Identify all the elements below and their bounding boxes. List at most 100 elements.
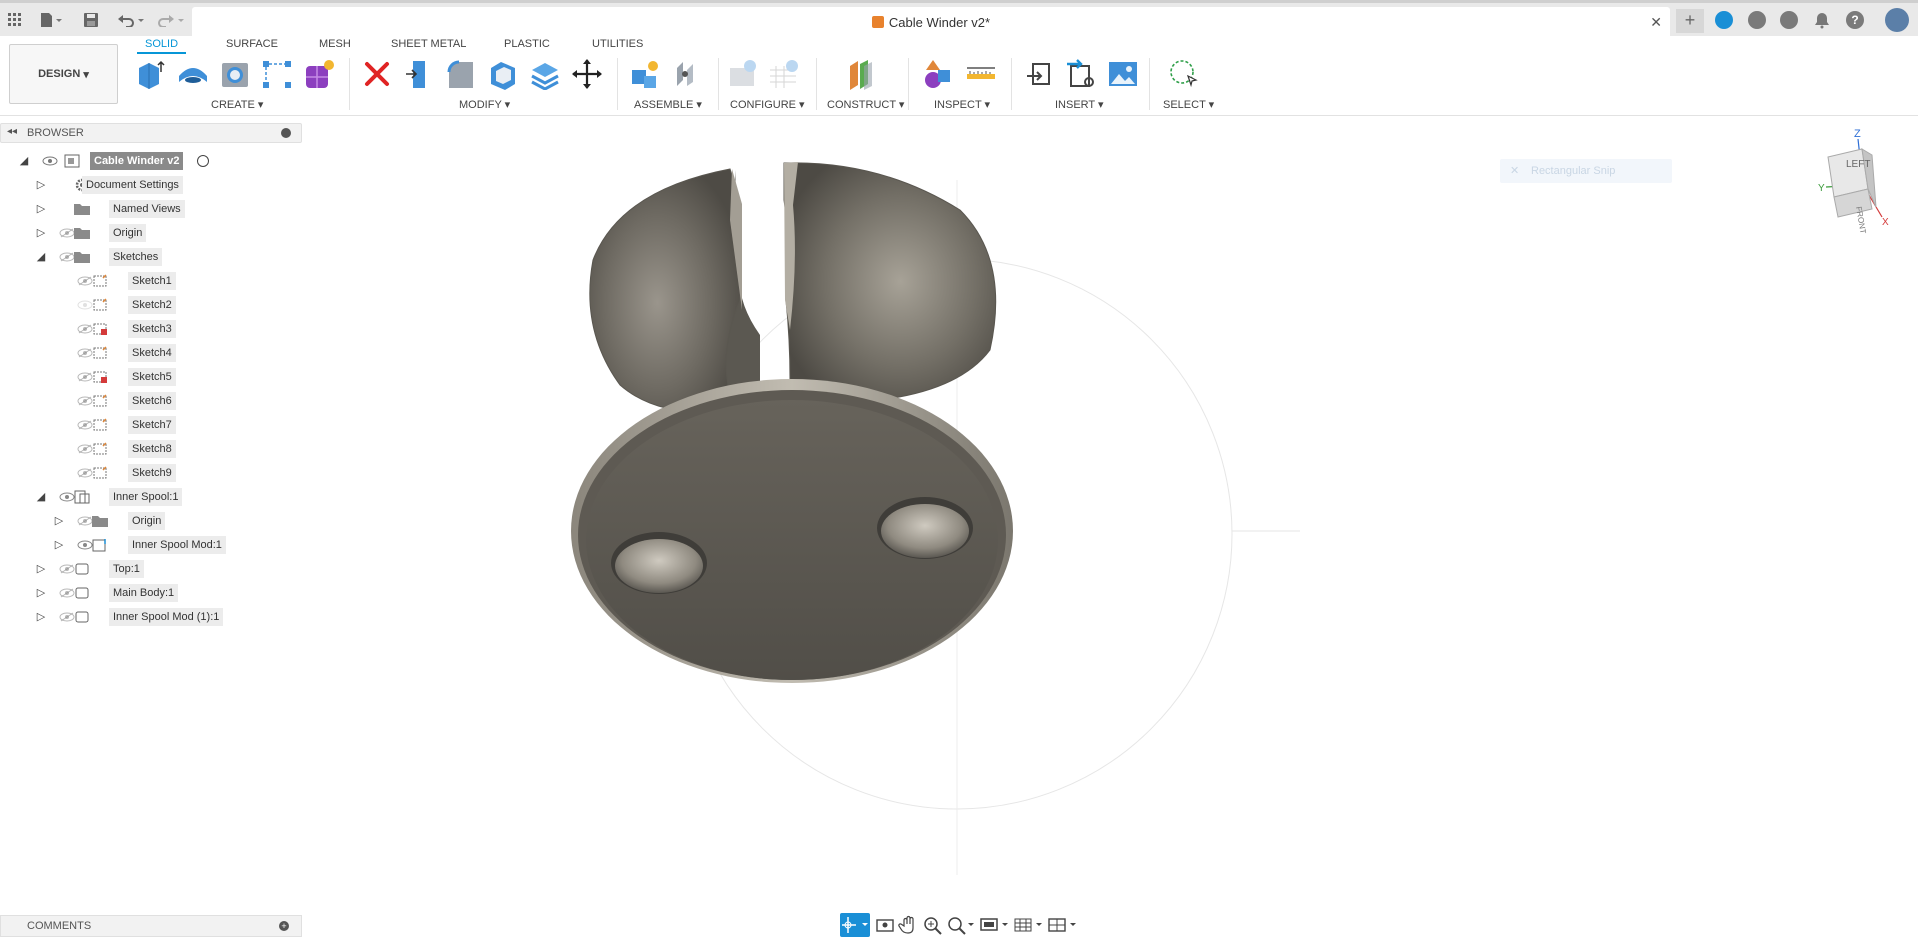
tab-solid[interactable]: SOLID — [137, 36, 187, 54]
tree-item-label[interactable]: Inner Spool:1 — [109, 488, 183, 506]
new-tab-button[interactable]: + — [1676, 9, 1704, 33]
visibility-eye-icon[interactable] — [77, 348, 93, 358]
visibility-eye-icon[interactable] — [77, 516, 93, 526]
visibility-eye-icon[interactable] — [59, 564, 75, 574]
tree-item-label[interactable]: Main Body:1 — [109, 584, 179, 602]
tree-item-sketches[interactable]: ◢ Sketches — [0, 247, 302, 267]
notifications-bell-icon[interactable] — [1813, 11, 1831, 29]
job-status-icon[interactable] — [1748, 11, 1766, 29]
tree-item-label[interactable]: Inner Spool Mod (1):1 — [109, 608, 224, 626]
zoom-icon[interactable] — [922, 913, 944, 937]
tree-item-sketch9[interactable]: Sketch9 — [0, 463, 302, 483]
tab-utilities[interactable]: UTILITIES — [584, 36, 651, 54]
clock-icon[interactable] — [1780, 11, 1798, 29]
interference-icon[interactable] — [923, 58, 955, 90]
grid-snaps-icon[interactable] — [1012, 913, 1044, 937]
insert-canvas-icon[interactable] — [1107, 58, 1139, 90]
tab-plastic[interactable]: PLASTIC — [496, 36, 558, 54]
root-component-label[interactable]: Cable Winder v2 — [90, 152, 184, 170]
tree-item-inner-spool-mod[interactable]: ▷ Inner Spool Mod:1 — [0, 535, 302, 555]
visibility-eye-icon[interactable] — [77, 276, 93, 286]
tree-item-top[interactable]: ▷ Top:1 — [0, 559, 302, 579]
tree-item-sketch6[interactable]: Sketch6 — [0, 391, 302, 411]
browser-minimize-icon[interactable] — [281, 128, 291, 138]
tree-item-main-body[interactable]: ▷ Main Body:1 — [0, 583, 302, 603]
create-form-icon[interactable] — [303, 58, 335, 90]
combine-icon[interactable] — [529, 58, 561, 91]
group-inspect[interactable]: INSPECT ▾ — [934, 98, 990, 111]
revolve-icon[interactable] — [177, 58, 209, 90]
joint-icon[interactable] — [671, 58, 703, 90]
tab-mesh[interactable]: MESH — [311, 36, 359, 54]
tree-item-inner-spool-origin[interactable]: ▷ Origin — [0, 511, 302, 531]
app-grid-icon[interactable] — [4, 9, 26, 31]
tree-item-sketch3[interactable]: Sketch3 — [0, 319, 302, 339]
document-tab[interactable]: Cable Winder v2* ✕ — [192, 7, 1670, 39]
visibility-eye-icon[interactable] — [77, 540, 93, 550]
tab-surface[interactable]: SURFACE — [218, 36, 286, 54]
save-icon[interactable] — [80, 9, 102, 31]
orbit-constrained-icon[interactable] — [840, 913, 870, 937]
file-menu-icon[interactable] — [36, 9, 66, 31]
insert-derive-icon[interactable] — [1023, 58, 1055, 90]
fillet-icon[interactable] — [445, 58, 477, 90]
tree-item-sketch7[interactable]: Sketch7 — [0, 415, 302, 435]
visibility-eye-icon[interactable] — [42, 156, 58, 166]
view-cube[interactable]: LEFT FRONT Z Y X — [1798, 125, 1898, 235]
configure-table-icon[interactable] — [728, 58, 760, 90]
close-tab-icon[interactable]: ✕ — [1650, 14, 1662, 31]
visibility-eye-icon[interactable] — [77, 468, 93, 478]
tree-item-inner-spool-mod-1[interactable]: ▷ Inner Spool Mod (1):1 — [0, 607, 302, 627]
extensions-icon[interactable] — [1715, 11, 1733, 29]
tree-item-sketch8[interactable]: Sketch8 — [0, 439, 302, 459]
canvas-viewport[interactable] — [302, 117, 1918, 907]
tree-item-sketch5[interactable]: Sketch5 — [0, 367, 302, 387]
look-at-icon[interactable] — [874, 913, 896, 937]
tree-item-sketch1[interactable]: Sketch1 — [0, 271, 302, 291]
tree-item-label[interactable]: Sketch4 — [128, 344, 176, 362]
tree-item-origin[interactable]: ▷ Origin — [0, 223, 302, 243]
tree-item-label[interactable]: Sketch6 — [128, 392, 176, 410]
fit-zoom-window-icon[interactable] — [946, 913, 976, 937]
group-construct[interactable]: CONSTRUCT ▾ — [827, 98, 904, 111]
new-component-assemble-icon[interactable] — [629, 58, 661, 90]
tree-item-label[interactable]: Sketch9 — [128, 464, 176, 482]
offset-plane-icon[interactable] — [846, 58, 878, 90]
tree-item-document-settings[interactable]: ▷ Document Settings — [0, 175, 302, 195]
move-copy-icon[interactable] — [571, 58, 603, 90]
tree-item-label[interactable]: Origin — [128, 512, 166, 530]
tree-item-label[interactable]: Top:1 — [109, 560, 144, 578]
tab-sheet-metal[interactable]: SHEET METAL — [383, 36, 474, 54]
visibility-eye-icon[interactable] — [77, 396, 93, 406]
tree-item-named-views[interactable]: ▷ Named Views — [0, 199, 302, 219]
visibility-eye-icon[interactable] — [77, 300, 93, 310]
visibility-eye-icon[interactable] — [59, 588, 75, 598]
select-lasso-icon[interactable] — [1168, 58, 1200, 90]
visibility-eye-icon[interactable] — [59, 492, 75, 502]
visibility-eye-icon[interactable] — [77, 420, 93, 430]
redo-icon[interactable] — [154, 9, 188, 31]
activate-radio-icon[interactable] — [197, 155, 209, 167]
hole-icon[interactable] — [219, 58, 251, 90]
browser-header[interactable]: ◂◂ BROWSER — [0, 123, 302, 143]
collapsed-triangle-icon[interactable]: ▷ — [34, 562, 48, 576]
visibility-eye-icon[interactable] — [77, 324, 93, 334]
collapsed-triangle-icon[interactable]: ▷ — [52, 538, 66, 552]
press-pull-icon[interactable] — [403, 58, 435, 90]
visibility-eye-icon[interactable] — [77, 372, 93, 382]
tree-item-label[interactable]: Named Views — [109, 200, 185, 218]
tree-root-row[interactable]: ◢ Cable Winder v2 — [0, 151, 302, 171]
visibility-eye-icon[interactable] — [77, 444, 93, 454]
group-assemble[interactable]: ASSEMBLE ▾ — [634, 98, 702, 111]
display-settings-icon[interactable] — [978, 913, 1010, 937]
viewports-icon[interactable] — [1046, 913, 1078, 937]
new-component-icon[interactable] — [135, 58, 167, 90]
collapsed-triangle-icon[interactable]: ▷ — [34, 178, 48, 192]
collapsed-triangle-icon[interactable]: ▷ — [34, 586, 48, 600]
comments-panel[interactable]: COMMENTS + — [0, 915, 302, 937]
collapse-browser-icon[interactable]: ◂◂ — [7, 126, 17, 137]
viewcube-left-face[interactable]: LEFT — [1846, 159, 1870, 170]
workspace-switcher[interactable]: DESIGN ▾ — [9, 44, 118, 104]
tree-item-sketch2[interactable]: Sketch2 — [0, 295, 302, 315]
collapsed-triangle-icon[interactable]: ▷ — [34, 610, 48, 624]
